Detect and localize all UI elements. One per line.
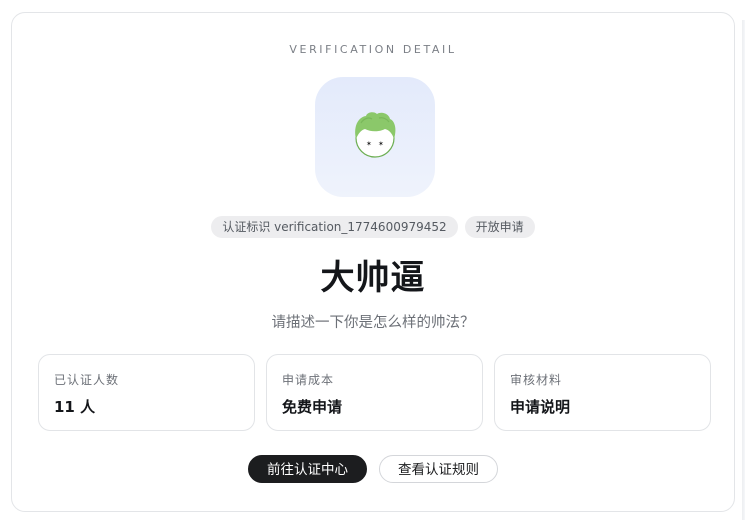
stat-label: 已认证人数 (54, 373, 120, 387)
go-to-verification-center-button[interactable]: 前往认证中心 (248, 455, 367, 483)
stat-label: 审核材料 (510, 373, 563, 387)
avatar: ✶ ✶ (315, 77, 435, 197)
verification-id-tag: 认证标识 verification_1774600979452 (211, 216, 458, 238)
stat-label: 申请成本 (282, 373, 335, 387)
view-verification-rules-button[interactable]: 查看认证规则 (379, 455, 498, 483)
status-badge: 开放申请 (464, 216, 535, 238)
stat-card-verified-count: 已认证人数 11 人 (38, 354, 255, 431)
page-subtitle: 请描述一下你是怎么样的帅法？ (271, 315, 475, 331)
tag-row: 认证标识 verification_1774600979452 开放申请 (12, 216, 734, 238)
section-eyebrow: VERIFICATION DETAIL (289, 43, 457, 56)
stat-card-application-cost: 申请成本 免费申请 (266, 354, 483, 431)
svg-text:✶: ✶ (366, 140, 372, 148)
action-row: 前往认证中心 查看认证规则 (12, 455, 734, 483)
stat-value: 11 人 (54, 398, 96, 416)
stat-card-review-materials: 审核材料 申请说明 (494, 354, 711, 431)
svg-text:✶: ✶ (378, 140, 384, 148)
page-title: 大帅逼 (320, 258, 426, 298)
stat-value: 申请说明 (510, 398, 571, 416)
verification-detail-card: VERIFICATION DETAIL ✶ ✶ 认证标识 verificatio… (11, 12, 735, 512)
stat-value: 免费申请 (282, 398, 343, 416)
cartoon-boy-avatar-icon: ✶ ✶ (355, 112, 396, 158)
